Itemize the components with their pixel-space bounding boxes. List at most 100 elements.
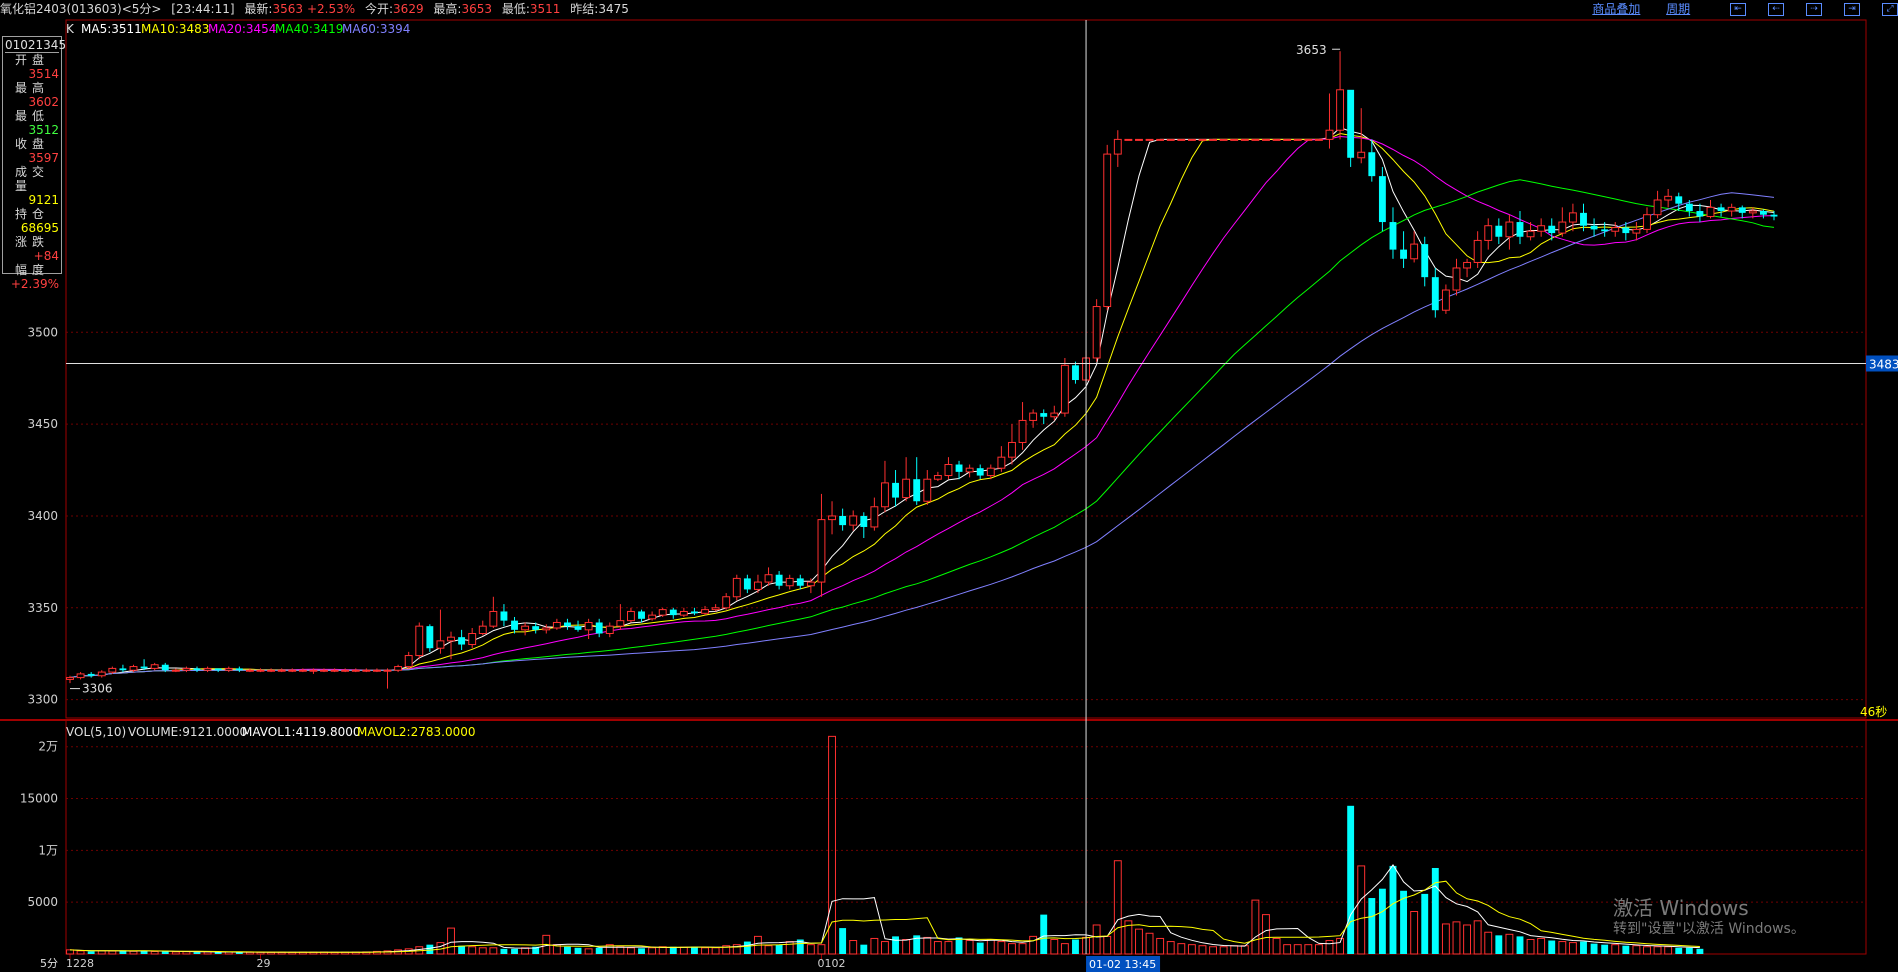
candle[interactable] (722, 593, 731, 610)
candle[interactable] (1378, 166, 1386, 232)
volume-bar[interactable] (1177, 943, 1186, 955)
candle[interactable] (1590, 218, 1598, 237)
candle[interactable] (171, 668, 180, 673)
candle[interactable] (362, 668, 371, 673)
candle[interactable] (193, 666, 201, 673)
candle[interactable] (182, 666, 191, 673)
candle[interactable] (691, 607, 698, 616)
volume-bar[interactable] (1251, 899, 1260, 955)
candle[interactable] (1304, 138, 1313, 141)
candle[interactable] (404, 651, 413, 669)
volume-bar[interactable] (150, 951, 159, 955)
volume-bar[interactable] (1283, 944, 1292, 955)
candle[interactable] (828, 501, 836, 535)
candle[interactable] (1219, 138, 1228, 141)
volume-bar[interactable] (182, 951, 191, 955)
volume-bar[interactable] (1135, 928, 1143, 955)
candle[interactable] (1018, 402, 1027, 450)
candle[interactable] (1187, 138, 1196, 141)
volume-bar[interactable] (97, 950, 106, 955)
candle[interactable] (564, 618, 571, 630)
candle[interactable] (1008, 424, 1016, 465)
volume-bar[interactable] (1568, 942, 1577, 955)
candle[interactable] (839, 508, 847, 531)
volume-bar[interactable] (806, 944, 815, 955)
volume-bar[interactable] (511, 948, 518, 954)
volume-bar[interactable] (944, 941, 953, 955)
volume-bar[interactable] (447, 927, 455, 955)
candle[interactable] (1113, 130, 1122, 167)
candle[interactable] (732, 574, 741, 601)
volume-bar[interactable] (1484, 931, 1493, 955)
volume-bar[interactable] (129, 950, 138, 955)
candle[interactable] (1166, 138, 1175, 141)
chart-canvas[interactable]: 3300 3350 3400 3450 3500 1228 29 0102 5000 1万 150… (0, 0, 1898, 972)
period-link[interactable]: 周期 (1666, 2, 1690, 16)
volume-bar[interactable] (1389, 865, 1397, 954)
candle[interactable] (1336, 51, 1345, 140)
volume-bar[interactable] (108, 950, 117, 955)
candle[interactable] (1611, 222, 1620, 237)
volume-bar[interactable] (161, 951, 169, 954)
candle[interactable] (1135, 138, 1143, 141)
candle[interactable] (796, 574, 804, 590)
candle[interactable] (1463, 258, 1472, 278)
volume-bar[interactable] (1590, 943, 1598, 954)
candle[interactable] (1029, 409, 1038, 428)
candle[interactable] (1421, 236, 1429, 287)
volume-bar[interactable] (1198, 945, 1207, 955)
candle[interactable] (489, 596, 498, 628)
volume-bar[interactable] (1040, 914, 1048, 954)
candle[interactable] (997, 446, 1006, 472)
candle[interactable] (468, 627, 477, 649)
candle[interactable] (224, 666, 233, 673)
candle[interactable] (1251, 138, 1260, 141)
volume-bar[interactable] (1558, 941, 1567, 955)
volume-bar[interactable] (849, 940, 858, 955)
volume-bar[interactable] (1072, 939, 1079, 954)
candle[interactable] (351, 668, 360, 673)
volume-bar[interactable] (923, 936, 932, 955)
volume-bar[interactable] (1685, 947, 1693, 954)
volume-bar[interactable] (839, 928, 847, 954)
volume-bar[interactable] (1314, 944, 1323, 955)
volume-bar[interactable] (1209, 946, 1217, 955)
volume-bar[interactable] (1187, 944, 1196, 955)
candle[interactable] (1558, 207, 1567, 237)
symbol-title[interactable]: 氧化铝2403(013603)<5分> (0, 2, 161, 16)
candle[interactable] (1495, 218, 1503, 245)
candle[interactable] (478, 620, 487, 636)
volume-bar[interactable] (1240, 945, 1249, 955)
candle[interactable] (648, 611, 657, 621)
volume-bar[interactable] (564, 946, 571, 954)
candle[interactable] (785, 574, 794, 590)
candle[interactable] (764, 567, 773, 586)
volume-bar[interactable] (1113, 860, 1122, 955)
volume-bar[interactable] (965, 940, 974, 955)
volume-bar[interactable] (468, 946, 477, 955)
candle[interactable] (521, 622, 530, 636)
candle[interactable] (267, 668, 276, 673)
volume-bar[interactable] (1431, 867, 1439, 954)
volume-bar[interactable] (1463, 924, 1472, 955)
volume-bar[interactable] (1441, 923, 1450, 955)
expand-icon[interactable]: ⤢ (1882, 3, 1898, 16)
volume-bar[interactable] (976, 942, 984, 954)
candle[interactable] (235, 666, 243, 673)
volume-bar[interactable] (1526, 938, 1535, 955)
candle[interactable] (1262, 138, 1270, 141)
candle[interactable] (574, 620, 582, 632)
candle[interactable] (933, 471, 942, 482)
volume-bar[interactable] (1230, 945, 1239, 955)
candle[interactable] (256, 668, 265, 673)
candle[interactable] (902, 457, 911, 502)
volume-bar[interactable] (902, 938, 911, 955)
volume-bar[interactable] (1643, 946, 1651, 955)
volume-bar[interactable] (1368, 898, 1376, 954)
volume-bar[interactable] (1473, 920, 1482, 955)
volume-bar[interactable] (1548, 940, 1556, 954)
candle[interactable] (1410, 231, 1419, 263)
volume-bar[interactable] (1516, 936, 1524, 954)
volume-bar[interactable] (1421, 893, 1429, 954)
volume-bar[interactable] (785, 941, 794, 955)
